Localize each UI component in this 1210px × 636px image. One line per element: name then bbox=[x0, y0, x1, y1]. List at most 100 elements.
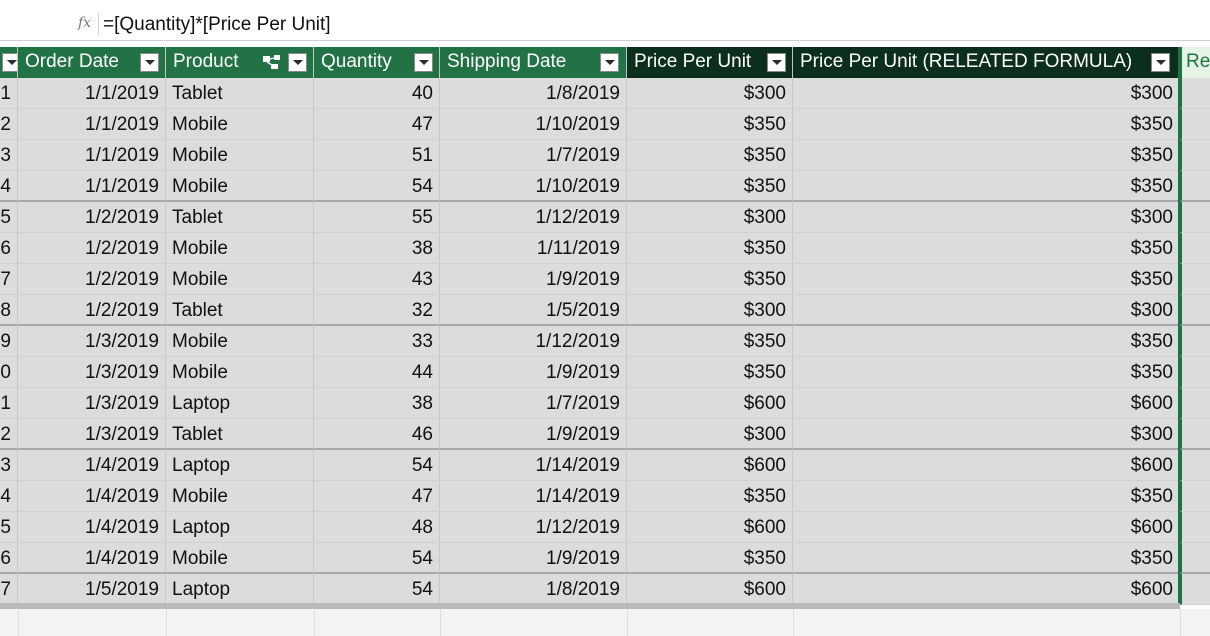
cell-price[interactable]: $350 bbox=[627, 171, 793, 202]
cell-order-date[interactable]: 1/4/2019 bbox=[18, 512, 166, 543]
column-header-shipping-date[interactable]: Shipping Date bbox=[440, 47, 627, 78]
fx-icon[interactable]: fx bbox=[78, 15, 91, 31]
cell-product[interactable]: Mobile bbox=[166, 357, 314, 388]
cell-related-price[interactable]: $350 bbox=[793, 109, 1180, 140]
cell-order-date[interactable]: 1/2/2019 bbox=[18, 295, 166, 326]
cell-revenue[interactable] bbox=[1180, 109, 1210, 140]
cell-order-date[interactable]: 1/1/2019 bbox=[18, 78, 166, 109]
cell-revenue[interactable] bbox=[1180, 78, 1210, 109]
cell-related-price[interactable]: $350 bbox=[793, 357, 1180, 388]
cell-quantity[interactable]: 54 bbox=[314, 450, 440, 481]
column-header-related-price[interactable]: Price Per Unit (RELEATED FORMULA) bbox=[793, 47, 1180, 78]
cell-id[interactable]: 2 bbox=[0, 419, 18, 450]
column-header-revenue[interactable]: Rev bbox=[1180, 47, 1210, 78]
cell-quantity[interactable]: 40 bbox=[314, 78, 440, 109]
table-row[interactable]: 7 1/2/2019 Mobile 43 1/9/2019 $350 $350 bbox=[0, 264, 1210, 295]
cell-revenue[interactable] bbox=[1180, 326, 1210, 357]
cell-product[interactable]: Tablet bbox=[166, 295, 314, 326]
cell-price[interactable]: $600 bbox=[627, 574, 793, 605]
cell-order-date[interactable]: 1/1/2019 bbox=[18, 171, 166, 202]
cell-related-price[interactable]: $300 bbox=[793, 295, 1180, 326]
cell-quantity[interactable]: 32 bbox=[314, 295, 440, 326]
cell-related-price[interactable]: $350 bbox=[793, 543, 1180, 574]
cell-order-date[interactable]: 1/2/2019 bbox=[18, 202, 166, 233]
cell-shipping-date[interactable]: 1/9/2019 bbox=[440, 264, 627, 295]
cell-product[interactable]: Laptop bbox=[166, 512, 314, 543]
cell-revenue[interactable] bbox=[1180, 357, 1210, 388]
cell-price[interactable]: $300 bbox=[627, 295, 793, 326]
cell-id[interactable]: 8 bbox=[0, 295, 18, 326]
cell-shipping-date[interactable]: 1/8/2019 bbox=[440, 574, 627, 605]
cell-price[interactable]: $300 bbox=[627, 202, 793, 233]
cell-product[interactable]: Mobile bbox=[166, 233, 314, 264]
cell-related-price[interactable]: $300 bbox=[793, 202, 1180, 233]
cell-product[interactable]: Laptop bbox=[166, 574, 314, 605]
filter-dropdown-icon[interactable] bbox=[1151, 53, 1170, 72]
cell-order-date[interactable]: 1/1/2019 bbox=[18, 140, 166, 171]
cell-product[interactable]: Mobile bbox=[166, 543, 314, 574]
cell-shipping-date[interactable]: 1/14/2019 bbox=[440, 450, 627, 481]
filter-dropdown-icon[interactable] bbox=[288, 53, 307, 72]
cell-product[interactable]: Laptop bbox=[166, 388, 314, 419]
column-header-price[interactable]: Price Per Unit bbox=[627, 47, 793, 78]
cell-order-date[interactable]: 1/5/2019 bbox=[18, 574, 166, 605]
cell-price[interactable]: $350 bbox=[627, 233, 793, 264]
cell-order-date[interactable]: 1/3/2019 bbox=[18, 388, 166, 419]
filter-dropdown-icon[interactable] bbox=[767, 53, 786, 72]
cell-revenue[interactable] bbox=[1180, 419, 1210, 450]
cell-revenue[interactable] bbox=[1180, 295, 1210, 326]
cell-product[interactable]: Tablet bbox=[166, 202, 314, 233]
table-row[interactable]: 4 1/4/2019 Mobile 47 1/14/2019 $350 $350 bbox=[0, 481, 1210, 512]
cell-shipping-date[interactable]: 1/8/2019 bbox=[440, 78, 627, 109]
cell-id[interactable]: 5 bbox=[0, 512, 18, 543]
cell-quantity[interactable]: 38 bbox=[314, 233, 440, 264]
cell-id[interactable]: 3 bbox=[0, 140, 18, 171]
cell-quantity[interactable]: 55 bbox=[314, 202, 440, 233]
filter-dropdown-icon[interactable] bbox=[414, 53, 433, 72]
cell-shipping-date[interactable]: 1/14/2019 bbox=[440, 481, 627, 512]
cell-price[interactable]: $350 bbox=[627, 543, 793, 574]
cell-related-price[interactable]: $600 bbox=[793, 388, 1180, 419]
cell-order-date[interactable]: 1/3/2019 bbox=[18, 357, 166, 388]
table-row[interactable]: 3 1/1/2019 Mobile 51 1/7/2019 $350 $350 bbox=[0, 140, 1210, 171]
cell-order-date[interactable]: 1/4/2019 bbox=[18, 481, 166, 512]
cell-id[interactable]: 6 bbox=[0, 233, 18, 264]
table-row[interactable]: 7 1/5/2019 Laptop 54 1/8/2019 $600 $600 bbox=[0, 574, 1210, 605]
cell-revenue[interactable] bbox=[1180, 140, 1210, 171]
cell-quantity[interactable]: 38 bbox=[314, 388, 440, 419]
cell-quantity[interactable]: 48 bbox=[314, 512, 440, 543]
cell-id[interactable]: 9 bbox=[0, 326, 18, 357]
cell-id[interactable]: 2 bbox=[0, 109, 18, 140]
table-row[interactable]: 1 1/1/2019 Tablet 40 1/8/2019 $300 $300 bbox=[0, 78, 1210, 109]
filter-dropdown-icon[interactable] bbox=[140, 53, 159, 72]
cell-quantity[interactable]: 47 bbox=[314, 109, 440, 140]
cell-order-date[interactable]: 1/1/2019 bbox=[18, 109, 166, 140]
cell-id[interactable]: 4 bbox=[0, 481, 18, 512]
cell-revenue[interactable] bbox=[1180, 202, 1210, 233]
cell-price[interactable]: $600 bbox=[627, 388, 793, 419]
cell-related-price[interactable]: $600 bbox=[793, 574, 1180, 605]
cell-revenue[interactable] bbox=[1180, 543, 1210, 574]
filter-dropdown-icon[interactable] bbox=[2, 53, 17, 72]
cell-price[interactable]: $350 bbox=[627, 326, 793, 357]
cell-related-price[interactable]: $350 bbox=[793, 233, 1180, 264]
cell-shipping-date[interactable]: 1/9/2019 bbox=[440, 543, 627, 574]
cell-shipping-date[interactable]: 1/10/2019 bbox=[440, 171, 627, 202]
cell-id[interactable]: 1 bbox=[0, 78, 18, 109]
table-row[interactable]: 6 1/2/2019 Mobile 38 1/11/2019 $350 $350 bbox=[0, 233, 1210, 264]
cell-shipping-date[interactable]: 1/12/2019 bbox=[440, 202, 627, 233]
cell-shipping-date[interactable]: 1/12/2019 bbox=[440, 512, 627, 543]
cell-quantity[interactable]: 54 bbox=[314, 543, 440, 574]
cell-quantity[interactable]: 46 bbox=[314, 419, 440, 450]
cell-product[interactable]: Tablet bbox=[166, 78, 314, 109]
cell-shipping-date[interactable]: 1/7/2019 bbox=[440, 388, 627, 419]
table-row[interactable]: 3 1/4/2019 Laptop 54 1/14/2019 $600 $600 bbox=[0, 450, 1210, 481]
cell-price[interactable]: $350 bbox=[627, 357, 793, 388]
cell-id[interactable]: 6 bbox=[0, 543, 18, 574]
cell-order-date[interactable]: 1/2/2019 bbox=[18, 233, 166, 264]
cell-quantity[interactable]: 54 bbox=[314, 574, 440, 605]
cell-id[interactable]: 7 bbox=[0, 264, 18, 295]
cell-revenue[interactable] bbox=[1180, 171, 1210, 202]
table-row[interactable]: 5 1/4/2019 Laptop 48 1/12/2019 $600 $600 bbox=[0, 512, 1210, 543]
cell-order-date[interactable]: 1/3/2019 bbox=[18, 326, 166, 357]
